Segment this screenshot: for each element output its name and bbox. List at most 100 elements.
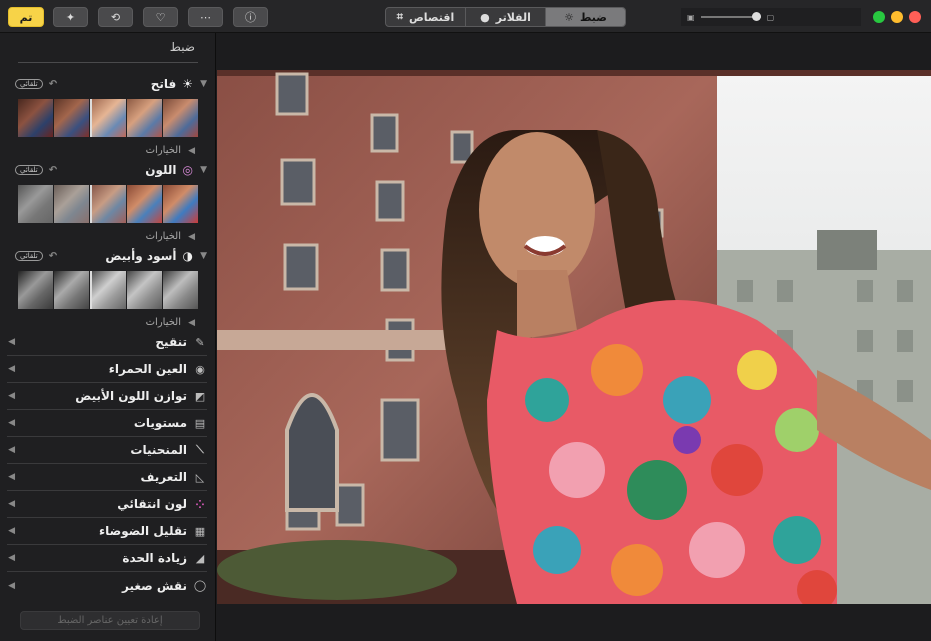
info-button[interactable]: ⓘ [233,7,268,27]
thumb [127,185,163,223]
chevron-left-icon: ◀ [8,472,15,482]
chevron-left-icon: ◀ [8,553,15,563]
chevron-left-icon: ◀ [8,526,15,536]
undo-icon[interactable]: ↶ [49,165,57,176]
auto-button[interactable]: تلقائي [15,79,43,89]
info-icon: ⓘ [245,11,256,24]
tool-white-balance[interactable]: ◩ توازن اللون الأبيض ◀ [7,383,207,410]
tool-label: مستويات [133,416,187,430]
section-color-label: اللون [145,163,177,177]
thumb-selected [89,271,127,309]
chevron-left-icon: ◀ [188,317,195,328]
tool-curves[interactable]: ⟋ المنحنيات ◀ [7,437,207,464]
tab-adjust[interactable]: ضبط ☼ [545,8,625,26]
auto-enhance-button[interactable]: ✦ [53,7,88,27]
chevron-left-icon: ◀ [8,499,15,509]
tool-sharpen[interactable]: ◢ زيادة الحدة ◀ [7,545,207,572]
light-thumb-strip[interactable] [18,99,198,137]
rotate-button[interactable]: ⟲ [98,7,133,27]
tab-crop[interactable]: اقتصاص ⌗ [386,8,465,26]
reset-adjustments-button[interactable]: إعادة تعيين عناصر الضبط [20,611,200,630]
portrait-photo [217,70,931,604]
chevron-left-icon: ◀ [8,445,15,455]
chevron-left-icon: ◀ [8,337,15,347]
window-controls [873,11,921,23]
chevron-down-icon: ▼ [200,79,207,89]
vignette-icon: ◯ [193,579,207,592]
thumb [53,271,89,309]
minimize-window-button[interactable] [891,11,903,23]
color-wheel-icon: ◎ [182,163,193,177]
options-label: الخيارات [145,145,181,156]
filters-circles-icon: ● [480,10,490,24]
thumb [18,185,53,223]
noise-icon: ▦ [194,524,206,538]
tab-filters[interactable]: الفلاتر ● [465,8,545,26]
heart-icon: ♡ [155,10,166,24]
tool-label: لون انتقائي [117,497,187,511]
zoom-slider[interactable] [700,12,761,21]
edit-mode-tabs: ضبط ☼ الفلاتر ● اقتصاص ⌗ [385,7,626,27]
undo-icon[interactable]: ↶ [49,79,57,90]
auto-button[interactable]: تلقائي [15,251,43,261]
sun-adjust-icon: ☼ [564,10,574,24]
chevron-left-icon: ◀ [8,418,15,428]
tool-red-eye[interactable]: ◉ العين الحمراء ◀ [7,356,207,383]
thumb [163,271,198,309]
photo[interactable] [217,70,931,604]
options-label: الخيارات [145,231,181,242]
levels-icon: ▤ [194,416,206,430]
sun-icon: ☀ [182,77,193,91]
close-window-button[interactable] [909,11,921,23]
tool-selective-color[interactable]: ⁘ لون انتقائي ◀ [7,491,207,518]
section-light[interactable]: ▼ ☀ فاتح ↶ تلقائي [15,75,207,93]
thumb [163,185,198,223]
tab-crop-label: اقتصاص [408,10,455,24]
chevron-left-icon: ◀ [8,580,15,591]
chevron-left-icon: ◀ [188,231,195,242]
color-thumb-strip[interactable] [18,185,198,223]
thumb [127,271,163,309]
auto-button[interactable]: تلقائي [15,165,43,175]
large-photo-icon: ▢ [766,12,775,22]
tool-label: تقليل الضوضاء [98,524,187,538]
section-color[interactable]: ▼ ◎ اللون ↶ تلقائي [15,161,207,179]
chevron-left-icon: ◀ [8,391,15,401]
thumb [127,99,163,137]
photo-canvas [217,33,931,641]
selective-color-icon: ⁘ [195,497,205,511]
tool-label: العين الحمراء [108,362,187,376]
sidebar-title: ضبط [169,40,195,54]
color-options[interactable]: ◀ الخيارات [146,231,195,242]
tool-noise-reduction[interactable]: ▦ تقليل الضوضاء ◀ [7,518,207,545]
section-bw[interactable]: ▼ ◑ أسود وأبيض ↶ تلقائي [15,247,207,265]
done-button[interactable]: تم [8,7,44,27]
small-photo-icon: ▣ [687,12,695,22]
light-options[interactable]: ◀ الخيارات [146,145,195,156]
adjust-sidebar: ضبط ▼ ☀ فاتح ↶ تلقائي ◀ الخيارات ▼ ◎ الل… [0,33,216,641]
more-button[interactable]: ⋯ [188,7,223,27]
chevron-down-icon: ▼ [200,251,207,261]
eye-icon: ◉ [195,362,205,376]
divider [18,62,198,63]
zoom-slider-knob[interactable] [751,12,761,21]
bw-options[interactable]: ◀ الخيارات [146,317,195,328]
thumb [18,99,53,137]
tool-label: المنحنيات [130,443,187,457]
magic-wand-icon: ✦ [65,10,76,24]
zoom-window-button[interactable] [873,11,885,23]
tool-retouch[interactable]: ✎ تنقيح ◀ [7,329,207,356]
tab-adjust-label: ضبط [579,10,607,24]
bandage-icon: ✎ [195,335,205,349]
tool-definition[interactable]: ◺ التعريف ◀ [7,464,207,491]
undo-icon[interactable]: ↶ [49,251,57,262]
tool-vignette[interactable]: ◯ نقش صغير ◀ [7,572,207,599]
tool-label: زيادة الحدة [122,551,187,565]
bw-thumb-strip[interactable] [18,271,198,309]
sharpen-icon: ◢ [195,551,205,565]
chevron-left-icon: ◀ [188,145,195,156]
tool-levels[interactable]: ▤ مستويات ◀ [7,410,207,437]
section-bw-label: أسود وأبيض [105,249,177,263]
favorite-button[interactable]: ♡ [143,7,178,27]
thumb [53,99,89,137]
